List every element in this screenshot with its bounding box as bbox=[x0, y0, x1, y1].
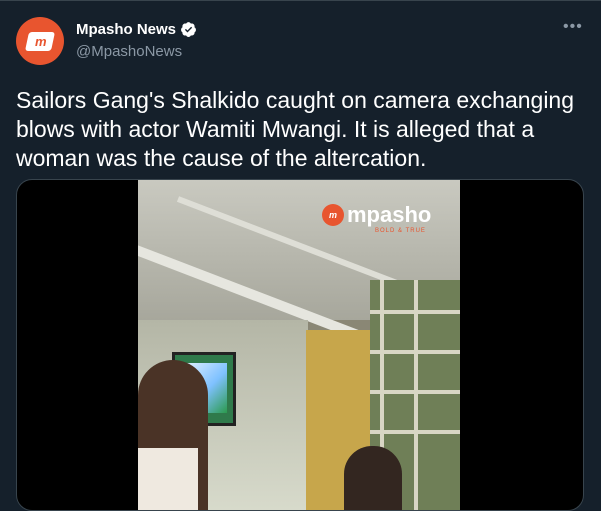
author-display-name[interactable]: Mpasho News bbox=[76, 21, 176, 38]
author-handle[interactable]: @MpashoNews bbox=[76, 43, 182, 60]
verified-badge-icon bbox=[181, 22, 196, 37]
watermark-text: mpasho bbox=[347, 202, 432, 227]
video-frame[interactable]: m mpasho BOLD & TRUE bbox=[138, 180, 460, 510]
top-divider bbox=[0, 0, 601, 1]
watermark-logo: m mpasho bbox=[322, 202, 431, 228]
tweet-text: Sailors Gang's Shalkido caught on camera… bbox=[16, 87, 575, 171]
video-person-shirt bbox=[138, 448, 198, 510]
mpasho-logo-icon: m bbox=[322, 204, 344, 226]
avatar[interactable]: m bbox=[16, 17, 64, 65]
window-frame bbox=[414, 280, 418, 510]
more-options-icon[interactable]: ••• bbox=[563, 19, 583, 36]
mpasho-logo-icon: m bbox=[24, 31, 56, 51]
watermark-tagline: BOLD & TRUE bbox=[375, 228, 426, 234]
author-name-row: Mpasho News bbox=[76, 21, 197, 38]
video-person-right bbox=[344, 446, 402, 510]
video-player[interactable]: m mpasho BOLD & TRUE bbox=[16, 179, 584, 511]
